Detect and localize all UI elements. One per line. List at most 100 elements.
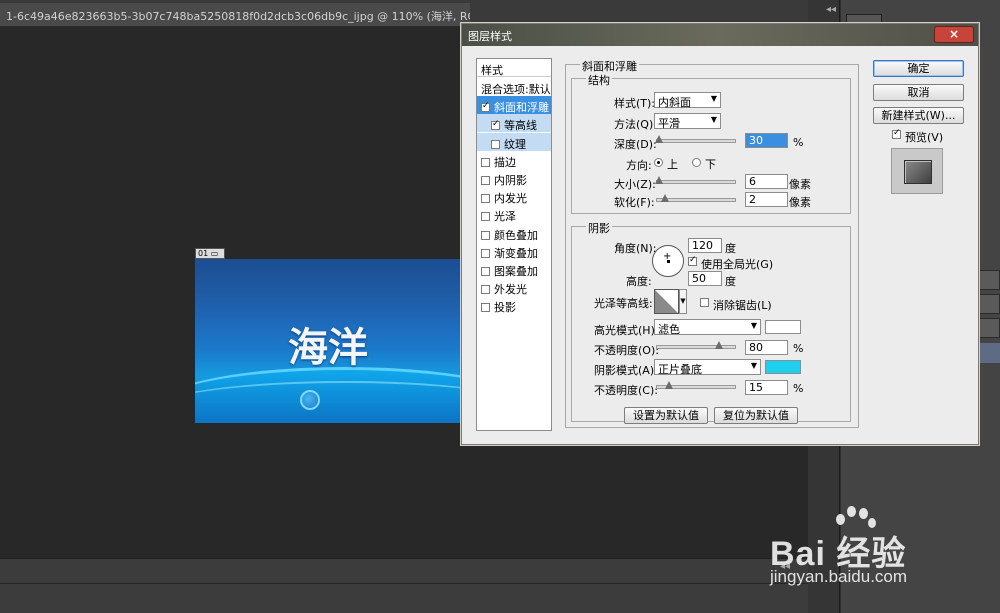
soften-input[interactable]: 2 [745, 192, 788, 207]
style-item-checkbox[interactable] [481, 248, 490, 258]
highlight-mode-label: 高光模式(H): [594, 324, 659, 337]
style-item-label: 斜面和浮雕 [494, 101, 549, 115]
document-badge: 01 ▭ [195, 248, 225, 259]
close-button[interactable]: × [934, 26, 974, 43]
style-item-checkbox[interactable] [481, 157, 490, 167]
chevron-down-icon: ▼ [710, 115, 717, 124]
bevel-style-value: 内斜面 [658, 96, 691, 109]
watermark-url: jingyan.baidu.com [770, 567, 908, 586]
angle-dot [667, 260, 670, 263]
altitude-input[interactable]: 50 [688, 271, 722, 286]
style-item-label: 光泽 [494, 210, 516, 224]
style-item[interactable]: 内发光 [477, 187, 551, 205]
style-item[interactable]: 混合选项:默认 [477, 78, 551, 96]
size-input[interactable]: 6 [745, 174, 788, 189]
chevron-down-icon: ▼ [710, 94, 717, 103]
style-item[interactable]: 光泽 [477, 205, 551, 223]
size-label: 大小(Z): [614, 178, 656, 191]
ok-button[interactable]: 确定 [873, 60, 964, 77]
contour-icon [655, 290, 678, 313]
shadow-opacity-unit: % [793, 382, 804, 395]
highlight-opacity-label: 不透明度(O): [594, 344, 659, 357]
style-item[interactable]: 描边 [477, 151, 551, 169]
style-item[interactable]: 颜色叠加 [477, 224, 551, 242]
new-style-button[interactable]: 新建样式(W)... [873, 107, 964, 124]
baidu-watermark: Bai 经验 jingyan.baidu.com [770, 500, 970, 586]
bevel-style-select[interactable]: 内斜面 ▼ [654, 92, 721, 109]
style-item-checkbox[interactable] [481, 230, 490, 240]
soften-slider[interactable] [656, 194, 736, 202]
size-slider[interactable] [655, 176, 736, 184]
style-item-label: 内发光 [494, 192, 527, 206]
global-light-label: 使用全局光(G) [701, 258, 774, 271]
highlight-opacity-input[interactable]: 80 [745, 340, 788, 355]
shadow-mode-select[interactable]: 正片叠底 ▼ [654, 359, 761, 376]
make-default-button[interactable]: 设置为默认值 [624, 407, 708, 424]
style-item[interactable]: 内阴影 [477, 169, 551, 187]
style-item-checkbox[interactable] [481, 212, 490, 222]
style-item[interactable]: 纹理 [477, 132, 551, 151]
style-item-checkbox[interactable] [481, 176, 490, 185]
chevron-down-icon: ▼ [750, 361, 757, 370]
style-item-label: 等高线 [504, 119, 537, 133]
style-item-checkbox[interactable] [491, 139, 500, 149]
style-item-checkbox[interactable] [481, 101, 490, 113]
antialias-label: 消除锯齿(L) [713, 299, 772, 312]
shadow-color-swatch[interactable] [765, 360, 801, 374]
style-item-label: 图案叠加 [494, 265, 538, 278]
size-slider-thumb[interactable] [655, 176, 664, 184]
direction-up-radio[interactable] [654, 158, 663, 167]
direction-down-label: 下 [705, 158, 716, 171]
layer-style-dialog: 图层样式 × 样式 混合选项:默认斜面和浮雕等高线纹理描边内阴影内发光光泽颜色叠… [461, 23, 979, 445]
depth-input[interactable]: 30 [745, 133, 788, 148]
document-tab[interactable]: 1-6c49a46e823663b5-3b07c748ba5250818f0d2… [0, 3, 470, 26]
soften-slider-thumb[interactable] [660, 194, 669, 202]
shadow-mode-label: 阴影模式(A): [594, 364, 658, 377]
panel-row[interactable] [978, 294, 1000, 314]
panel-row-selected[interactable] [978, 343, 1000, 363]
technique-select[interactable]: 平滑 ▼ [654, 113, 721, 130]
technique-value: 平滑 [658, 117, 680, 130]
style-item-checkbox[interactable] [481, 285, 490, 295]
style-item-label: 颜色叠加 [494, 228, 538, 242]
shadow-opacity-input[interactable]: 15 [745, 380, 788, 395]
image-wave-highlight [195, 381, 461, 423]
style-item-checkbox[interactable] [481, 303, 490, 313]
antialias-checkbox[interactable] [700, 298, 709, 307]
style-list-header[interactable]: 样式 [477, 59, 551, 77]
panel-row[interactable] [978, 318, 1000, 338]
style-item[interactable]: 等高线 [477, 114, 551, 133]
style-item[interactable]: 斜面和浮雕 [477, 96, 551, 115]
style-item-checkbox[interactable] [491, 119, 500, 131]
highlight-opacity-slider[interactable] [656, 341, 736, 349]
dialog-titlebar[interactable]: 图层样式 × [462, 24, 978, 46]
reset-default-button[interactable]: 复位为默认值 [714, 407, 798, 424]
highlight-color-swatch[interactable] [765, 320, 801, 334]
panel-row[interactable] [978, 270, 1000, 290]
style-item-checkbox[interactable] [481, 194, 490, 204]
style-item[interactable]: 图案叠加 [477, 260, 551, 278]
style-item[interactable]: 渐变叠加 [477, 242, 551, 260]
style-item[interactable]: 投影 [477, 296, 551, 314]
angle-dial[interactable]: + [652, 245, 684, 277]
depth-unit: % [793, 136, 804, 149]
highlight-opacity-thumb[interactable] [715, 341, 724, 349]
cancel-button[interactable]: 取消 [873, 84, 964, 101]
style-item-checkbox[interactable] [481, 267, 490, 276]
depth-slider-thumb[interactable] [655, 135, 664, 143]
depth-slider[interactable] [655, 135, 736, 143]
shadow-opacity-slider[interactable] [656, 381, 736, 389]
global-light-checkbox[interactable] [688, 255, 697, 266]
highlight-mode-value: 滤色 [658, 323, 680, 336]
angle-input[interactable]: 120 [688, 238, 722, 253]
collapse-icon[interactable]: ◂◂ [826, 4, 836, 15]
shadow-opacity-thumb[interactable] [664, 381, 673, 389]
gloss-contour-picker[interactable] [654, 289, 679, 314]
direction-down-radio[interactable] [692, 158, 701, 167]
highlight-mode-select[interactable]: 滤色 ▼ [654, 319, 761, 336]
preview-checkbox[interactable] [892, 128, 901, 139]
chevron-down-icon[interactable]: ▼ [679, 289, 687, 314]
preview-thumbnail [891, 148, 943, 194]
style-item-label: 投影 [494, 301, 516, 315]
style-item[interactable]: 外发光 [477, 278, 551, 296]
